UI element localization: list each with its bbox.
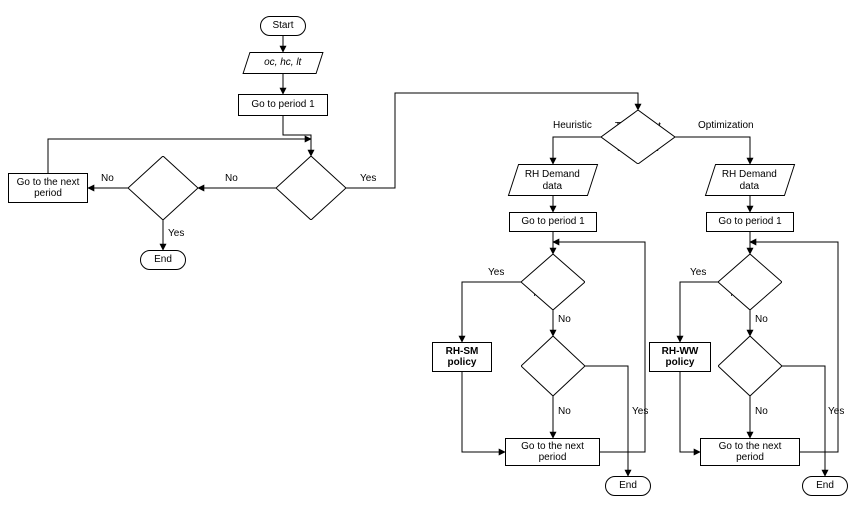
flowchart-canvas: Start oc, hc, lt Go to period 1 Isinvent… [0,0,850,528]
inputs-label: oc, hc, lt [264,57,301,69]
edge-label-o-inv-yes: Yes [690,267,706,278]
edge-label-h-inv-no: No [558,314,571,325]
go-next-period-optimization: Go to the nextperiod [700,438,800,466]
end-optimization: End [802,476,848,496]
is-inventory-needed-main: Isinventoryneeded? [276,156,346,220]
go-next-period-heuristic-label: Go to the nextperiod [521,441,584,464]
go-to-period-1-heuristic: Go to period 1 [509,212,597,232]
go-next-period-main-label: Go to the nextperiod [17,177,80,200]
is-inventory-needed-heuristic: Isinventoryneeded? [521,254,585,310]
rh-ww-policy: RH-WWpolicy [649,342,711,372]
go-to-period-1-main: Go to period 1 [238,94,328,116]
rh-demand-data-heuristic: RH Demanddata [508,164,598,196]
rh-ww-policy-label: RH-WWpolicy [662,346,699,369]
edge-label-optimization: Optimization [698,120,754,131]
end-main-label: End [154,254,172,266]
end-heuristic: End [605,476,651,496]
edge-label-o-inv-no: No [755,314,768,325]
go-to-period-1-main-label: Go to period 1 [251,99,314,111]
edge-label-lastperiod-yes: Yes [168,228,184,239]
is-last-period-heuristic: Is it thelastperiod? [521,336,585,396]
rh-demand-data-optimization: RH Demanddata [705,164,795,196]
edge-label-h-last-yes: Yes [632,406,648,417]
is-last-period-main: Is it thelastperiod? [128,156,198,220]
edge-label-invneeded-no: No [225,173,238,184]
go-next-period-main: Go to the nextperiod [8,173,88,203]
is-inventory-needed-optimization: Isinventoryneeded? [718,254,782,310]
is-last-period-optimization: Is it thelastperiod? [718,336,782,396]
start-terminal: Start [260,16,306,36]
rh-sm-policy: RH-SMpolicy [432,342,492,372]
inputs-io: oc, hc, lt [242,52,323,74]
start-label: Start [272,20,293,32]
edge-label-h-inv-yes: Yes [488,267,504,278]
rh-sm-policy-label: RH-SMpolicy [446,346,479,369]
end-main: End [140,250,186,270]
rh-demand-data-optimization-label: RH Demanddata [722,169,777,192]
lot-sizing-approach: Type of lotsizingapproach [601,110,675,164]
go-to-period-1-optimization-label: Go to period 1 [718,216,781,228]
edge-label-h-last-no: No [558,406,571,417]
go-to-period-1-heuristic-label: Go to period 1 [521,216,584,228]
go-to-period-1-optimization: Go to period 1 [706,212,794,232]
edge-label-o-last-no: No [755,406,768,417]
end-optimization-label: End [816,480,834,492]
edge-label-heuristic: Heuristic [553,120,592,131]
rh-demand-data-heuristic-label: RH Demanddata [525,169,580,192]
edge-label-invneeded-yes: Yes [360,173,376,184]
go-next-period-heuristic: Go to the nextperiod [505,438,600,466]
edge-label-o-last-yes: Yes [828,406,844,417]
go-next-period-optimization-label: Go to the nextperiod [719,441,782,464]
edge-label-lastperiod-no: No [101,173,114,184]
end-heuristic-label: End [619,480,637,492]
